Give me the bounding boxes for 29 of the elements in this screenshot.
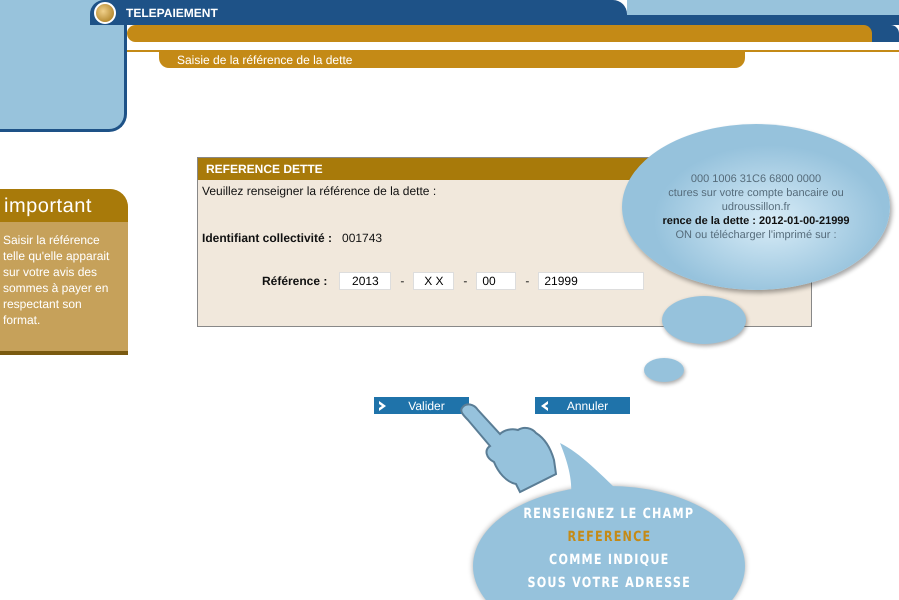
reference-field[interactable]: 2013 xyxy=(339,272,392,290)
thought-bubble xyxy=(644,358,684,382)
bubble-text: rence de la dette : 2012-01-00-21999 xyxy=(662,215,850,227)
identifier-value: 001743 xyxy=(342,231,382,245)
bubble-text: ON ou télécharger l'imprimé sur : xyxy=(675,229,837,241)
reference-label: Référence : xyxy=(262,274,328,288)
info-text: Saisir la référence telle qu'elle apparait sur votre avis des sommes à payer en respectant son format. xyxy=(2,232,110,328)
separator-text: - xyxy=(399,274,406,288)
circle-icon xyxy=(94,2,116,24)
reference-field[interactable]: 00 xyxy=(476,272,516,290)
form-button[interactable]: Valider xyxy=(374,397,469,414)
identifier-label: Identifiant collectivité : xyxy=(202,231,332,245)
reference-field[interactable]: 21999 xyxy=(538,272,644,290)
info-title: important xyxy=(0,189,128,222)
bubble-text: ctures sur votre compte bancaire ou xyxy=(668,187,844,199)
bubble-text: udroussillon.fr xyxy=(722,201,790,213)
chevron-left-icon xyxy=(539,400,549,412)
bubble-text: SOUS VOTRE ADRESSE xyxy=(527,575,691,591)
instruction-text: Veuillez renseigner la référence de la dette : xyxy=(202,184,436,198)
bubble-text: COMME INDIQUE xyxy=(548,552,670,568)
chevron-right-icon xyxy=(378,400,388,412)
page-subtitle: Saisie de la référence de la dette xyxy=(177,53,352,67)
bubble-text: RENSEIGNEZ LE CHAMP xyxy=(524,506,694,522)
separator-text: - xyxy=(462,274,468,288)
form-button[interactable]: Annuler xyxy=(535,397,630,414)
separator-text: - xyxy=(524,274,530,288)
reference-field[interactable]: X X xyxy=(413,272,454,290)
bubble-text: REFERENCE xyxy=(567,529,651,545)
page-title: TELEPAIEMENT xyxy=(126,6,218,20)
